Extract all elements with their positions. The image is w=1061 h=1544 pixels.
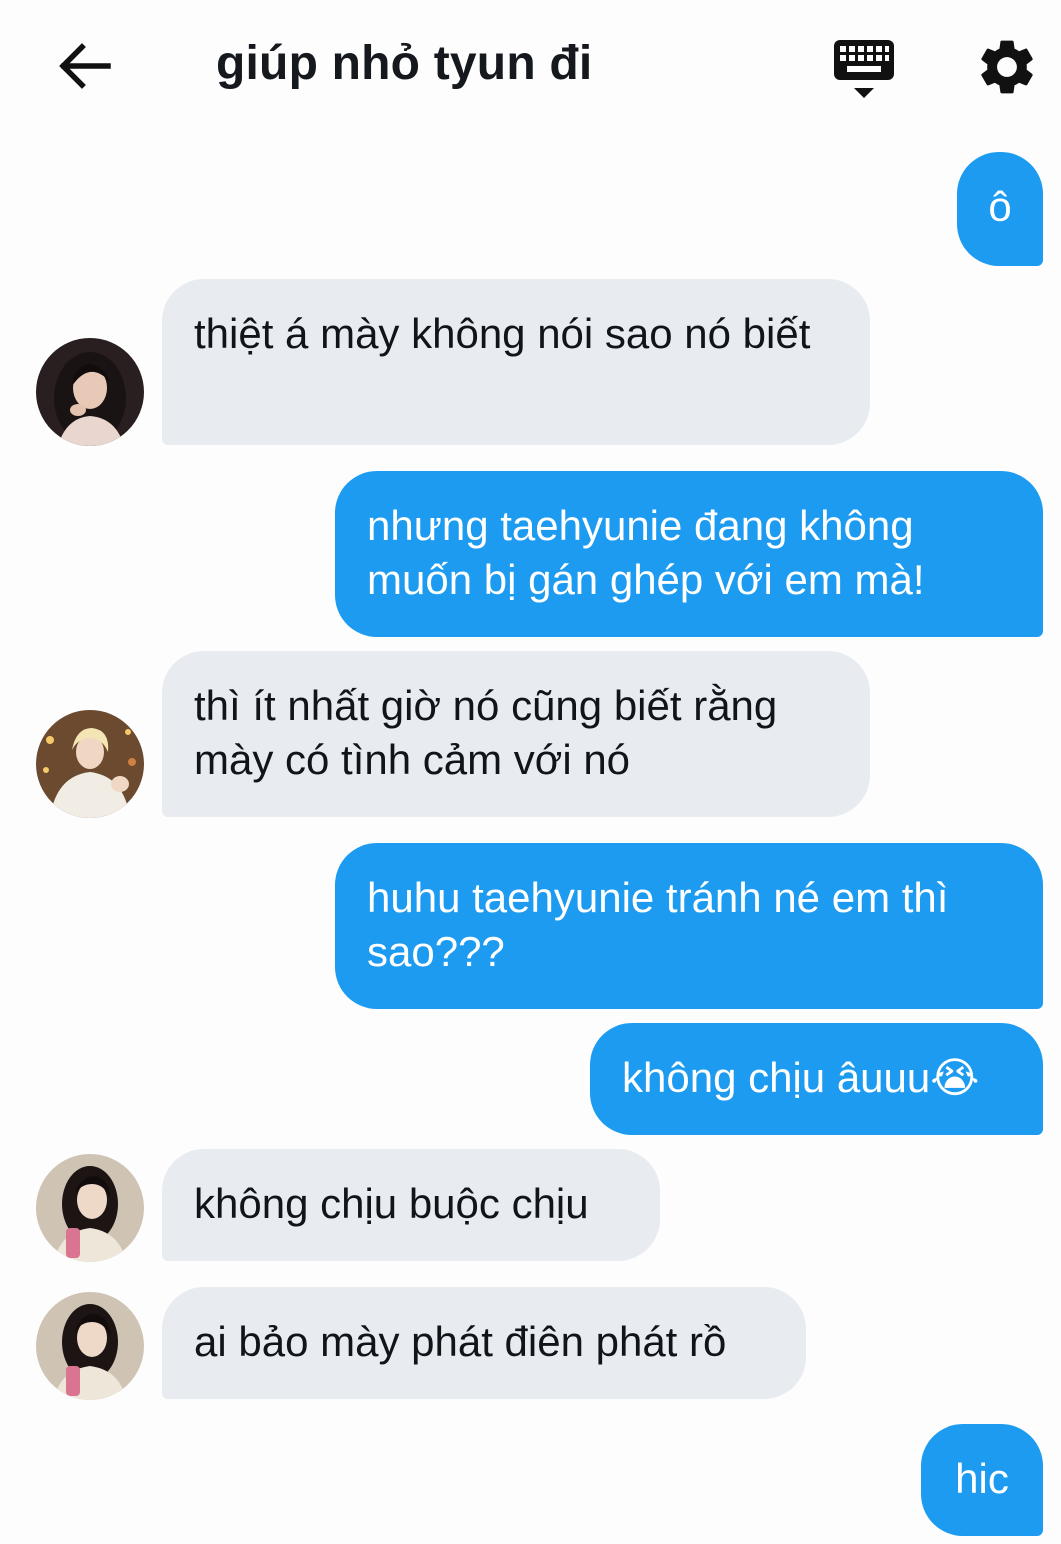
avatar[interactable] [36, 1292, 144, 1400]
incoming-message[interactable]: ai bảo mày phát điên phát rồ [162, 1287, 806, 1399]
outgoing-message[interactable]: huhu taehyunie tránh né em thì sao??? [335, 843, 1043, 1009]
outgoing-message[interactable]: ô [957, 152, 1043, 266]
incoming-message[interactable]: thiệt á mày không nói sao nó biết [162, 279, 870, 445]
avatar[interactable] [36, 1154, 144, 1262]
avatar-photo-girl [36, 1292, 144, 1400]
message-list[interactable]: ô thiệt á mày không nói sao nó biết nhưn… [0, 0, 1061, 1544]
avatar-photo-girl [36, 1154, 144, 1262]
avatar[interactable] [36, 710, 144, 818]
avatar[interactable] [36, 338, 144, 446]
outgoing-message[interactable]: không chịu âuuu😭 [590, 1023, 1043, 1135]
avatar-photo-girl [36, 338, 144, 446]
incoming-message[interactable]: không chịu buộc chịu [162, 1149, 660, 1261]
outgoing-message[interactable]: nhưng taehyunie đang không muốn bị gán g… [335, 471, 1043, 637]
outgoing-message[interactable]: hic [921, 1424, 1043, 1536]
chat-screen: giúp nhỏ tyun đi ô thiệt á mày không nói… [0, 0, 1061, 1544]
avatar-photo-boy [36, 710, 144, 818]
incoming-message[interactable]: thì ít nhất giờ nó cũng biết rằng mày có… [162, 651, 870, 817]
